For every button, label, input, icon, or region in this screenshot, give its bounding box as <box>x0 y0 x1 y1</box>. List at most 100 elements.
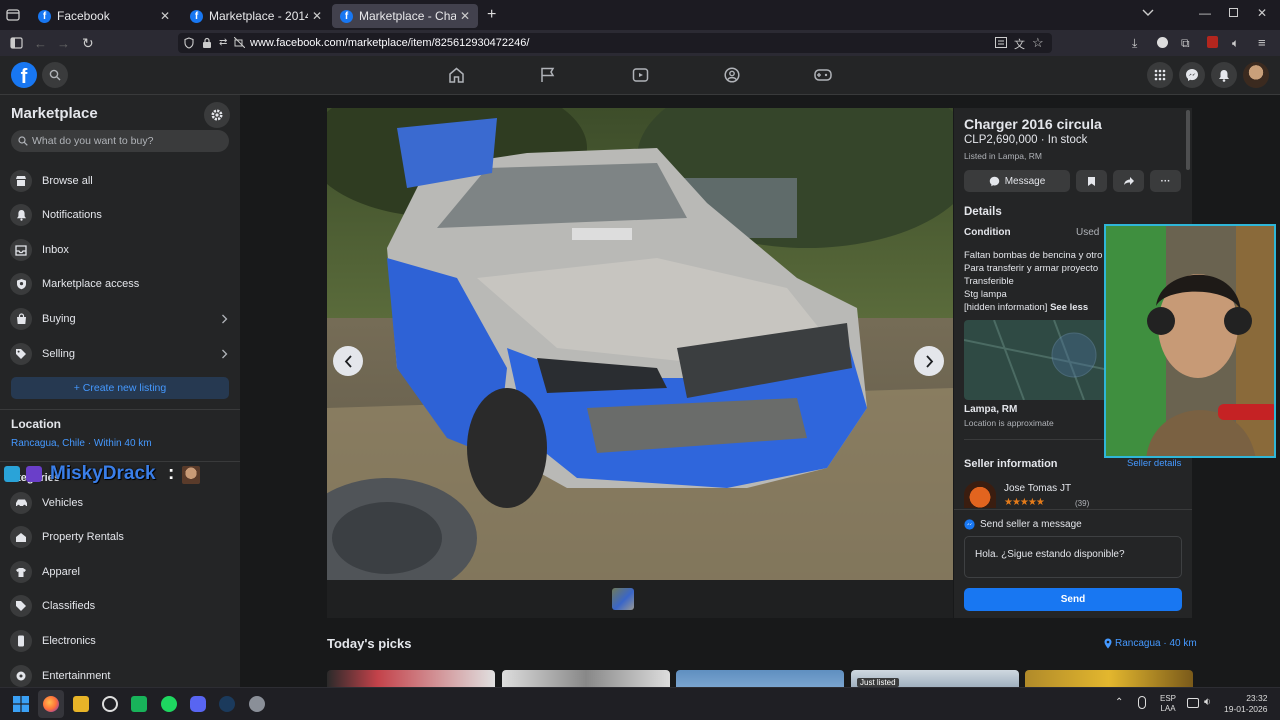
next-photo-button[interactable] <box>914 346 944 376</box>
pick-card[interactable] <box>327 670 495 687</box>
close-window-icon[interactable]: ✕ <box>1257 6 1267 20</box>
category-vehicles[interactable]: Vehicles <box>0 486 240 520</box>
taskbar-clock[interactable]: 23:32 19-01-2026 <box>1224 693 1267 715</box>
search-input[interactable]: What do you want to buy? <box>11 130 229 152</box>
windows-start-icon[interactable] <box>13 696 29 712</box>
settings-gear-icon[interactable] <box>249 696 265 712</box>
save-listing-button[interactable] <box>1076 170 1107 192</box>
browser-tab-hyundai[interactable]: f Marketplace - 2014 Hyundai Ac ✕ <box>182 4 330 28</box>
gaming-icon[interactable] <box>814 68 832 82</box>
detail-scrollbar[interactable] <box>1186 110 1190 170</box>
fb-search-button[interactable] <box>42 62 68 88</box>
listing-photo[interactable] <box>327 108 953 580</box>
maximize-window-icon[interactable] <box>1229 8 1238 17</box>
menu-grid-button[interactable] <box>1147 62 1173 88</box>
category-electronics[interactable]: Electronics <box>0 624 240 658</box>
ublock-icon[interactable] <box>1207 36 1218 48</box>
account-icon[interactable] <box>1157 37 1168 48</box>
microphone-icon[interactable] <box>1138 696 1146 709</box>
photo-thumbnail-strip <box>327 580 953 618</box>
pick-card[interactable] <box>676 670 844 687</box>
previous-photo-button[interactable] <box>333 346 363 376</box>
streamlabs-icon[interactable] <box>131 696 147 712</box>
tab-list-chevron-icon[interactable] <box>1142 9 1154 17</box>
category-entertainment[interactable]: Entertainment <box>0 659 240 687</box>
discord-icon[interactable] <box>190 696 206 712</box>
location-map[interactable] <box>964 320 1109 400</box>
extensions-icon[interactable]: ⧉ <box>1181 36 1190 51</box>
more-options-button[interactable]: ··· <box>1150 170 1181 192</box>
close-tab-icon[interactable]: ✕ <box>460 9 470 23</box>
messenger-icon <box>964 519 975 530</box>
seller-name[interactable]: Jose Tomas JT <box>1004 483 1071 494</box>
app-menu-icon[interactable]: ≡ <box>1258 35 1266 50</box>
sidebar-item-marketplace-access[interactable]: Marketplace access <box>0 267 240 301</box>
new-tab-icon[interactable]: + <box>487 6 496 24</box>
location-heading: Location <box>11 417 61 431</box>
permissions-icon[interactable]: ⇄ <box>219 37 227 48</box>
notifications-button[interactable] <box>1211 62 1237 88</box>
pick-card[interactable]: Just listed <box>851 670 1019 687</box>
location-link[interactable]: Rancagua, Chile · Within 40 km <box>11 438 152 449</box>
tray-chevron-up-icon[interactable]: ⌃ <box>1115 697 1123 708</box>
tracking-shield-icon[interactable] <box>184 37 194 49</box>
sidebar-item-inbox[interactable]: Inbox <box>0 233 240 267</box>
spotify-icon[interactable] <box>161 696 177 712</box>
category-classifieds[interactable]: Classifieds <box>0 589 240 623</box>
volume-icon[interactable]: 🔉︎ <box>1204 696 1211 709</box>
close-tab-icon[interactable]: ✕ <box>160 9 170 23</box>
network-icon[interactable] <box>1187 698 1199 708</box>
send-button[interactable]: Send <box>964 588 1182 611</box>
file-explorer-icon[interactable] <box>73 696 89 712</box>
message-textarea[interactable]: Hola. ¿Sigue estando disponible? <box>964 536 1182 578</box>
video-icon[interactable] <box>632 67 649 83</box>
seller-details-link[interactable]: Seller details <box>1127 458 1181 469</box>
close-tab-icon[interactable]: ✕ <box>312 9 322 23</box>
obs-icon[interactable] <box>102 696 118 712</box>
create-listing-button[interactable]: + Create new listing <box>11 377 229 399</box>
listing-title: Charger 2016 circula <box>964 116 1102 132</box>
category-apparel[interactable]: Apparel <box>0 555 240 589</box>
message-button[interactable]: Message <box>964 170 1070 192</box>
category-property-rentals[interactable]: Property Rentals <box>0 520 240 554</box>
minimize-window-icon[interactable]: — <box>1199 6 1211 20</box>
todays-picks-heading: Today's picks <box>327 636 412 651</box>
groups-icon[interactable] <box>724 67 740 83</box>
facebook-logo-icon[interactable]: f <box>11 62 37 88</box>
firefox-icon[interactable] <box>43 696 59 712</box>
sidebar-toggle-icon[interactable] <box>10 37 23 49</box>
see-less-link[interactable]: See less <box>1050 302 1088 313</box>
share-listing-button[interactable] <box>1113 170 1144 192</box>
picks-location-link[interactable]: Rancagua · 40 km <box>1104 638 1197 649</box>
speaker-icon[interactable]: 🔈︎ <box>1232 36 1239 51</box>
camera-off-icon[interactable] <box>234 37 245 48</box>
seller-avatar[interactable] <box>964 481 996 508</box>
language-indicator[interactable]: ESP LAA <box>1160 694 1176 714</box>
padlock-icon[interactable] <box>202 37 212 49</box>
messenger-button[interactable] <box>1179 62 1205 88</box>
bookmark-star-icon[interactable]: ☆ <box>1032 35 1044 51</box>
reader-view-icon[interactable] <box>995 37 1007 48</box>
sidebar-item-notifications[interactable]: Notifications <box>0 198 240 232</box>
pages-flag-icon[interactable] <box>540 67 555 83</box>
home-icon[interactable] <box>448 67 465 83</box>
marketplace-settings-button[interactable] <box>204 102 230 128</box>
downloads-icon[interactable]: ⤓ <box>1132 36 1137 51</box>
steam-icon[interactable] <box>219 696 235 712</box>
reload-icon[interactable]: ↻ <box>82 35 94 52</box>
translate-icon[interactable]: 文 <box>1014 36 1025 52</box>
pick-card[interactable] <box>502 670 670 687</box>
browser-tab-facebook[interactable]: f Facebook ✕ <box>30 4 178 28</box>
sidebar-item-selling[interactable]: Selling <box>0 337 240 371</box>
sidebar-item-buying[interactable]: Buying <box>0 302 240 336</box>
sidebar-item-browse-all[interactable]: Browse all <box>0 164 240 198</box>
back-arrow-icon[interactable]: ← <box>34 36 47 51</box>
photo-thumbnail[interactable] <box>612 588 634 610</box>
map-image <box>964 320 1109 400</box>
tab-overview-icon[interactable] <box>6 8 20 22</box>
category-label: Property Rentals <box>42 531 124 543</box>
forward-arrow-icon[interactable]: → <box>57 36 70 51</box>
browser-tab-charger[interactable]: f Marketplace - Charger 2016 cir ✕ <box>332 4 478 28</box>
profile-avatar[interactable] <box>1243 62 1269 88</box>
pick-card[interactable] <box>1025 670 1193 687</box>
